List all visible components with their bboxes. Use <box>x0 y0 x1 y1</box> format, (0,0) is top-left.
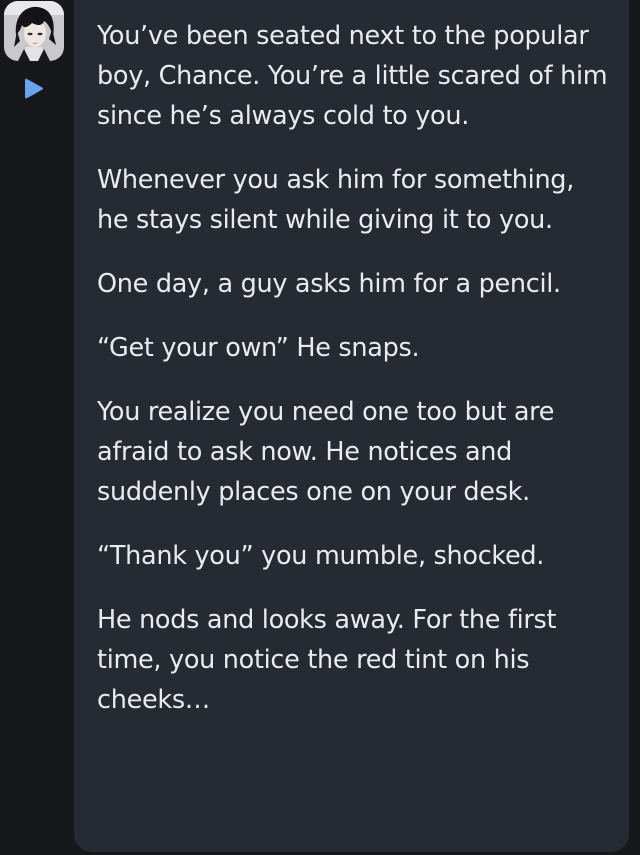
message-paragraph: Whenever you ask him for something, he s… <box>97 165 575 235</box>
message-paragraph: One day, a guy asks him for a pencil. <box>97 269 561 299</box>
play-icon <box>25 78 43 99</box>
character-avatar-icon <box>4 1 64 61</box>
message-paragraph: “Thank you” you mumble, shocked. <box>97 541 545 571</box>
message-paragraph: You’ve been seated next to the popular b… <box>97 21 608 131</box>
avatar[interactable] <box>4 1 64 61</box>
message-paragraph: You realize you need one too but are afr… <box>97 397 555 507</box>
message-paragraph: “Get your own” He snaps. <box>97 333 420 363</box>
message-bubble: You’ve been seated next to the popular b… <box>74 0 629 852</box>
play-button[interactable] <box>20 76 46 102</box>
message-paragraph: He nods and looks away. For the first ti… <box>97 605 557 715</box>
